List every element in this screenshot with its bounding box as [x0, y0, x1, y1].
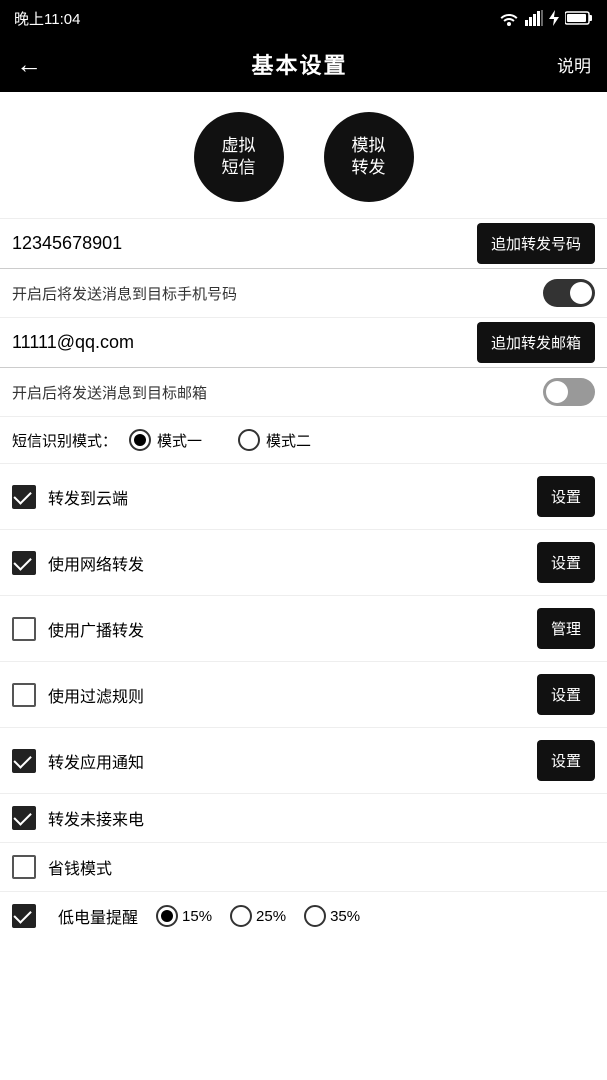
phone-input-row: 追加转发号码: [0, 219, 607, 269]
checkbox-broadcast[interactable]: [12, 617, 36, 641]
email-input-row: 追加转发邮箱: [0, 318, 607, 368]
phone-toggle-label: 开启后将发送消息到目标手机号码: [12, 283, 543, 304]
battery-option-15[interactable]: 15%: [156, 905, 212, 927]
phone-toggle[interactable]: [543, 279, 595, 307]
email-toggle[interactable]: [543, 378, 595, 406]
sms-mode-label: 短信识别模式：: [12, 430, 117, 451]
check-label-filter: 使用过滤规则: [48, 683, 537, 707]
check-row-appnotify: 转发应用通知 设置: [0, 728, 607, 794]
email-toggle-thumb: [546, 381, 568, 403]
email-input[interactable]: [12, 322, 469, 363]
check-row-filter: 使用过滤规则 设置: [0, 662, 607, 728]
radio-dot-15: [161, 910, 173, 922]
phone-toggle-thumb: [570, 282, 592, 304]
check-label-appnotify: 转发应用通知: [48, 749, 537, 773]
status-time: 晚上11:04: [14, 8, 80, 29]
btn-cloud[interactable]: 设置: [537, 476, 595, 517]
btn-appnotify[interactable]: 设置: [537, 740, 595, 781]
add-email-button[interactable]: 追加转发邮箱: [477, 322, 595, 363]
checkbox-missedcall[interactable]: [12, 806, 36, 830]
email-toggle-label: 开启后将发送消息到目标邮箱: [12, 382, 543, 403]
battery-option-25[interactable]: 25%: [230, 905, 286, 927]
radio-circle-25: [230, 905, 252, 927]
sms-mode-row: 短信识别模式： 模式一 模式二: [0, 417, 607, 464]
check-row-savemode: 省钱模式: [0, 843, 607, 892]
phone-toggle-track: [543, 279, 595, 307]
tab-virtual-sms[interactable]: 虚拟短信: [194, 112, 284, 202]
battery-alert-row: 低电量提醒 15% 25% 35%: [0, 892, 607, 940]
battery-icon: [565, 10, 593, 26]
radio-circle-mode1: [129, 429, 151, 451]
btn-filter[interactable]: 设置: [537, 674, 595, 715]
email-toggle-row: 开启后将发送消息到目标邮箱: [0, 368, 607, 417]
battery-label: 低电量提醒: [58, 904, 138, 928]
checkbox-savemode[interactable]: [12, 855, 36, 879]
battery-label-25: 25%: [256, 908, 286, 925]
checkbox-battery[interactable]: [12, 904, 36, 928]
email-toggle-track: [543, 378, 595, 406]
check-label-network: 使用网络转发: [48, 551, 537, 575]
main-content: 追加转发号码 开启后将发送消息到目标手机号码 追加转发邮箱 开启后将发送消息到目…: [0, 219, 607, 940]
phone-input[interactable]: [12, 223, 469, 264]
phone-toggle-row: 开启后将发送消息到目标手机号码: [0, 269, 607, 318]
check-label-cloud: 转发到云端: [48, 485, 537, 509]
status-bar: 晚上11:04: [0, 0, 607, 36]
signal-icon: [525, 10, 543, 26]
tab-row: 虚拟短信 模拟转发: [0, 92, 607, 219]
tab-simulated-forward[interactable]: 模拟转发: [324, 112, 414, 202]
check-row-network: 使用网络转发 设置: [0, 530, 607, 596]
radio-circle-mode2: [238, 429, 260, 451]
battery-option-35[interactable]: 35%: [304, 905, 360, 927]
checkbox-appnotify[interactable]: [12, 749, 36, 773]
check-row-missedcall: 转发未接来电: [0, 794, 607, 843]
checkbox-cloud[interactable]: [12, 485, 36, 509]
back-button[interactable]: ←: [16, 49, 42, 80]
radio-mode1[interactable]: 模式一: [129, 429, 202, 451]
battery-label-15: 15%: [182, 908, 212, 925]
checkbox-filter[interactable]: [12, 683, 36, 707]
radio-label-mode1: 模式一: [157, 430, 202, 451]
wifi-icon: [499, 10, 519, 26]
radio-circle-35: [304, 905, 326, 927]
status-icons: [499, 10, 593, 26]
check-row-broadcast: 使用广播转发 管理: [0, 596, 607, 662]
btn-broadcast[interactable]: 管理: [537, 608, 595, 649]
check-row-cloud: 转发到云端 设置: [0, 464, 607, 530]
radio-circle-15: [156, 905, 178, 927]
charge-icon: [549, 10, 559, 26]
battery-label-35: 35%: [330, 908, 360, 925]
help-button[interactable]: 说明: [557, 52, 591, 77]
radio-mode2[interactable]: 模式二: [238, 429, 311, 451]
check-label-broadcast: 使用广播转发: [48, 617, 537, 641]
header: ← 基本设置 说明: [0, 36, 607, 92]
radio-label-mode2: 模式二: [266, 430, 311, 451]
radio-dot-mode1: [134, 434, 146, 446]
add-phone-button[interactable]: 追加转发号码: [477, 223, 595, 264]
page-title: 基本设置: [251, 48, 347, 80]
check-label-savemode: 省钱模式: [48, 855, 595, 879]
checkbox-network[interactable]: [12, 551, 36, 575]
check-label-missedcall: 转发未接来电: [48, 806, 595, 830]
btn-network[interactable]: 设置: [537, 542, 595, 583]
